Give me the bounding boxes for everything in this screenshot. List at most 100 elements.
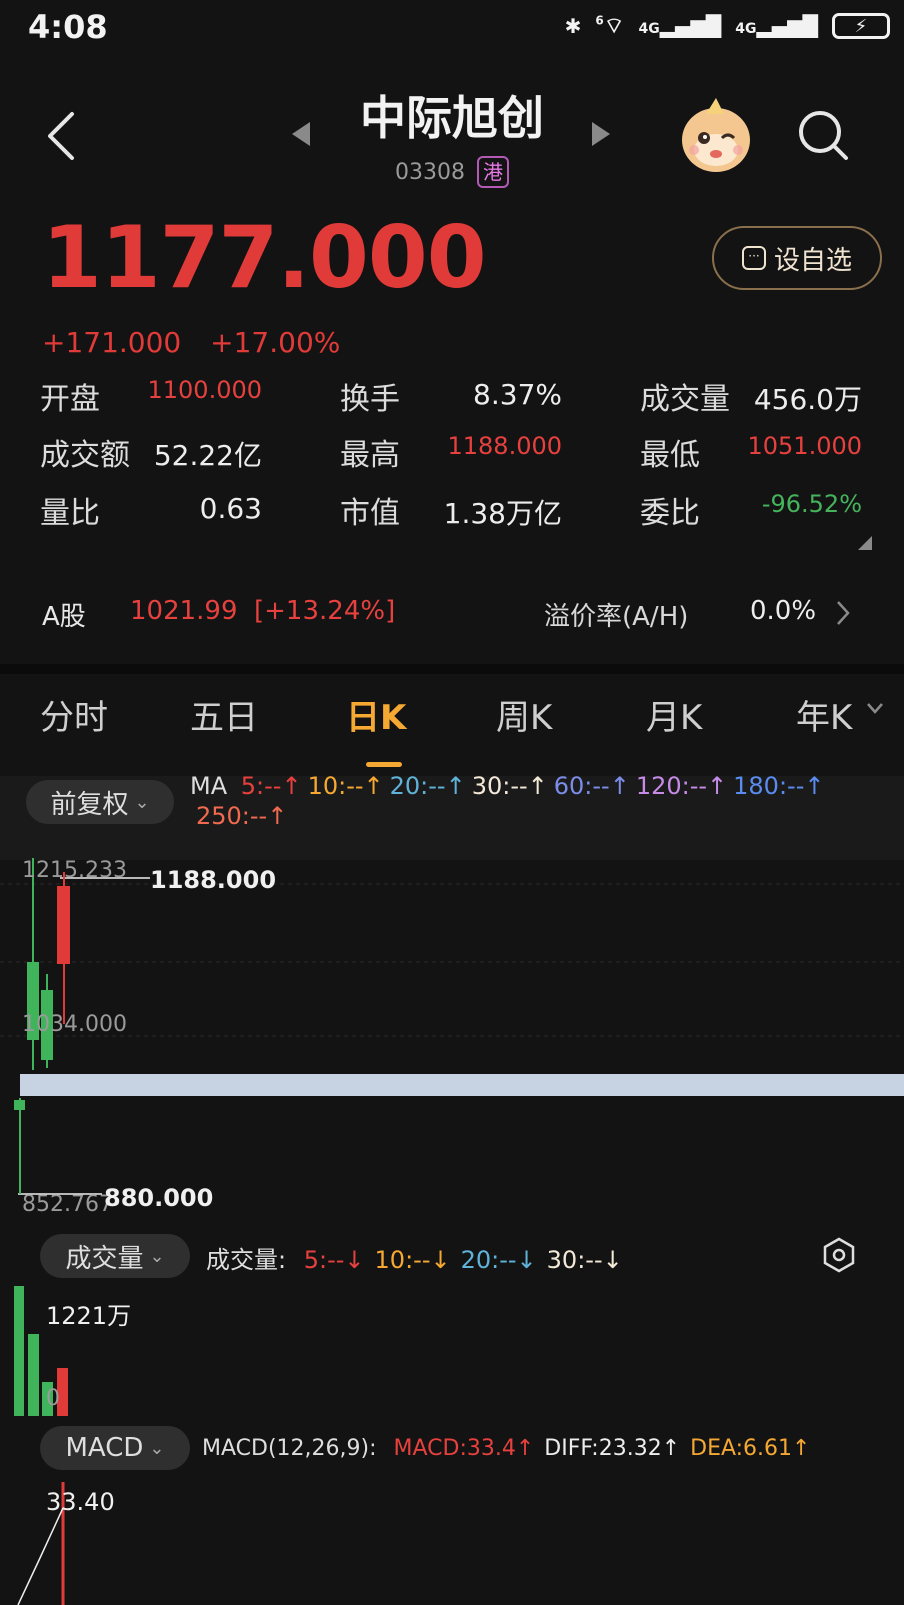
adjust-selector[interactable]: 前复权 ⌄ bbox=[26, 780, 174, 824]
macd-selector[interactable]: MACD ⌄ bbox=[40, 1426, 190, 1470]
chevron-right-icon[interactable] bbox=[836, 600, 850, 626]
ma-prefix: MA bbox=[190, 772, 228, 800]
ma-legend-item: 30:--↑ bbox=[471, 772, 548, 800]
expand-corner-icon[interactable] bbox=[858, 536, 872, 550]
stat-label: 开盘 bbox=[40, 382, 100, 417]
change-percent: +17.00% bbox=[210, 326, 341, 359]
tab-weekly-k[interactable]: 周K bbox=[496, 690, 552, 739]
stat-label: 成交量 bbox=[640, 382, 730, 417]
stat-label: 量比 bbox=[40, 496, 100, 531]
kline-axis-top: 1215.233 bbox=[22, 858, 127, 883]
volume-legend: 成交量: 5:--↓ 10:--↓ 20:--↓ 30:--↓ bbox=[206, 1240, 623, 1275]
period-tabs: 分时 五日 日K 周K 月K 年K bbox=[0, 690, 904, 740]
a-share-label: A股 bbox=[42, 602, 86, 632]
volume-bar bbox=[14, 1286, 24, 1416]
stat-value: 8.37% bbox=[473, 378, 562, 411]
stat-label: 成交额 bbox=[40, 438, 130, 473]
macd-axis-top: 33.40 bbox=[46, 1488, 115, 1516]
stat-value: 1.38万亿 bbox=[443, 497, 562, 530]
market-badge: 港 bbox=[477, 156, 509, 188]
a-share-change: [+13.24%] bbox=[254, 596, 396, 626]
macd-selector-label: MACD bbox=[65, 1433, 144, 1463]
stat-label: 换手 bbox=[340, 382, 400, 417]
kline-axis-mid: 1034.000 bbox=[22, 1012, 127, 1037]
ma-legend-item: 5:--↑ bbox=[240, 772, 302, 800]
volume-legend-item: 30:--↓ bbox=[546, 1246, 623, 1274]
wifi-badge: 6 bbox=[595, 13, 604, 28]
stat-value: 456.0万 bbox=[753, 383, 862, 416]
status-icons: ✱ 6⌔ 4G▂▄▆█ 4G▂▄▆█ ⚡ bbox=[565, 12, 890, 40]
crosshair-band bbox=[20, 1074, 904, 1096]
battery-icon: ⚡ bbox=[832, 13, 890, 39]
macd-legend: MACD(12,26,9): MACD:33.4↑ DIFF:23.32↑ DEA:… bbox=[202, 1436, 810, 1461]
kline-high-marker: 1188.000 bbox=[150, 866, 277, 894]
ma-legend-row1: MA 5:--↑ 10:--↑ 20:--↑ 30:--↑ 60:--↑ 120:--↑ 1… bbox=[190, 772, 824, 800]
wifi-icon: 6⌔ bbox=[595, 13, 625, 39]
candle bbox=[14, 1100, 25, 1110]
stock-code: 03308 bbox=[395, 159, 465, 185]
stat-value: 1051.000 bbox=[747, 432, 862, 460]
signal-icon-1: 4G▂▄▆█ bbox=[638, 14, 722, 38]
tab-yearly-k[interactable]: 年K bbox=[796, 690, 852, 739]
ma-legend-row2: 250:--↑ bbox=[190, 802, 287, 830]
macd-chart[interactable] bbox=[0, 1478, 904, 1605]
network-type-1: 4G bbox=[638, 21, 660, 37]
macd-legend-item: MACD:33.4↑ bbox=[393, 1436, 535, 1461]
diff-line bbox=[17, 1507, 64, 1605]
candle bbox=[57, 886, 70, 964]
stat-label: 最高 bbox=[340, 438, 400, 473]
current-price: 1177.000 bbox=[42, 208, 487, 308]
stock-code-row: 03308 港 bbox=[0, 156, 904, 188]
volume-selector-label: 成交量 bbox=[65, 1243, 144, 1274]
stat-value: 1188.000 bbox=[447, 432, 562, 460]
premium-label: 溢价率(A/H) bbox=[544, 602, 689, 632]
next-stock-icon[interactable] bbox=[590, 120, 612, 148]
volume-legend-item: 10:--↓ bbox=[374, 1246, 451, 1274]
tab-daily-k[interactable]: 日K bbox=[346, 690, 406, 739]
chevron-down-icon: ⌄ bbox=[149, 1245, 165, 1267]
macd-legend-item: DEA:6.61↑ bbox=[690, 1436, 811, 1461]
stat-value: -96.52% bbox=[761, 490, 862, 518]
volume-chart[interactable] bbox=[0, 1286, 904, 1418]
volume-selector[interactable]: 成交量 ⌄ bbox=[40, 1234, 190, 1278]
ma-legend-item: 180:--↑ bbox=[733, 772, 825, 800]
chevron-down-icon: ⌄ bbox=[149, 1437, 165, 1459]
ma-legend-item: 60:--↑ bbox=[553, 772, 630, 800]
search-icon[interactable] bbox=[796, 108, 852, 164]
status-time: 4:08 bbox=[28, 8, 108, 46]
tab-monthly-k[interactable]: 月K bbox=[646, 690, 702, 739]
ma-legend-item: 120:--↑ bbox=[635, 772, 728, 800]
chevron-down-icon: ⌄ bbox=[134, 791, 150, 813]
stat-value: 1100.000 bbox=[147, 376, 262, 404]
active-tab-indicator bbox=[366, 762, 402, 767]
stat-value: 52.22亿 bbox=[153, 439, 262, 472]
tab-more-chevron-icon[interactable] bbox=[866, 702, 884, 716]
volume-label: 成交量: bbox=[206, 1246, 287, 1274]
stat-label: 最低 bbox=[640, 438, 700, 473]
stat-value: 0.63 bbox=[199, 492, 262, 525]
tab-five-day[interactable]: 五日 bbox=[190, 690, 258, 739]
macd-legend-item: DIFF:23.32↑ bbox=[544, 1436, 681, 1461]
volume-axis-zero: 0 bbox=[46, 1386, 60, 1411]
kline-axis-bottom: 852.767 bbox=[22, 1192, 113, 1217]
kline-chart[interactable] bbox=[0, 852, 904, 1222]
kline-low-marker: 880.000 bbox=[104, 1184, 214, 1212]
mascot-avatar-icon[interactable] bbox=[676, 96, 756, 176]
stat-label: 市值 bbox=[340, 496, 400, 531]
price-change: +171.000 +17.00% bbox=[42, 326, 340, 359]
settings-icon[interactable] bbox=[820, 1236, 858, 1274]
macd-label: MACD(12,26,9): bbox=[202, 1436, 377, 1461]
bluetooth-icon: ✱ bbox=[564, 14, 582, 38]
ma-legend-item: 20:--↑ bbox=[389, 772, 466, 800]
ma-legend-item: 250:--↑ bbox=[196, 802, 288, 830]
add-watchlist-button[interactable]: ··· 设自选 bbox=[712, 226, 882, 290]
volume-bar bbox=[28, 1334, 39, 1416]
stock-name: 中际旭创 bbox=[360, 91, 544, 145]
watchlist-icon: ··· bbox=[741, 246, 766, 270]
adjust-label: 前复权 bbox=[50, 789, 129, 820]
signal-icon-2: 4G▂▄▆█ bbox=[735, 14, 818, 38]
network-type-2: 4G bbox=[735, 21, 757, 37]
tab-intraday[interactable]: 分时 bbox=[40, 690, 108, 739]
volume-legend-item: 20:--↓ bbox=[460, 1246, 537, 1274]
section-divider bbox=[0, 664, 904, 674]
